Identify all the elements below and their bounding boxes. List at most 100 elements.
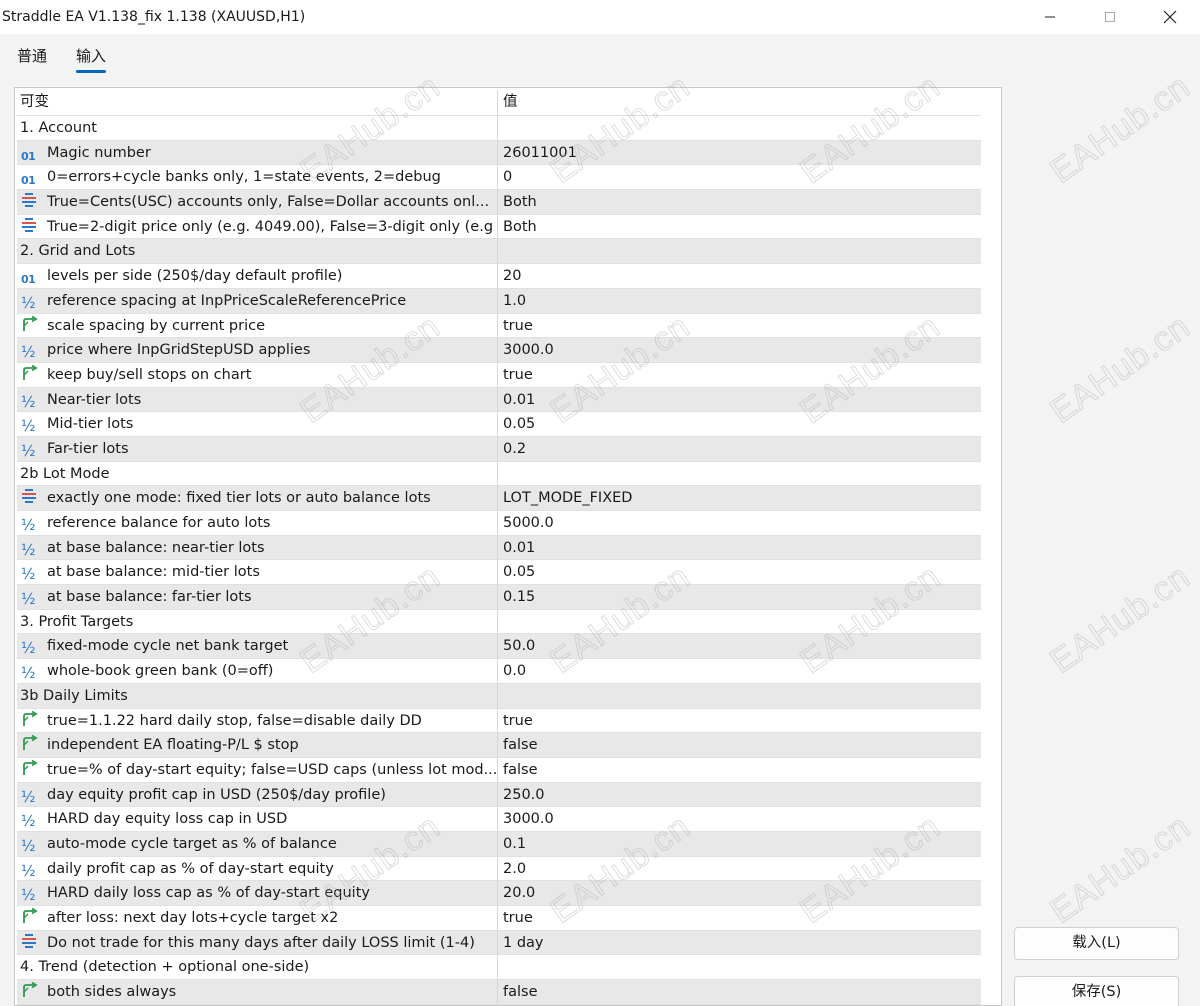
param-name-cell: ½ fixed-mode cycle net bank target [17,634,498,659]
param-row[interactable]: ½ whole-book green bank (0=off) 0.0 [17,659,981,684]
param-row[interactable]: ½ HARD day equity loss cap in USD 3000.0 [17,807,981,832]
param-label: exactly one mode: fixed tier lots or aut… [47,490,431,507]
param-row[interactable]: 01 levels per side (250$/day default prof… [17,264,981,289]
param-value-cell[interactable]: false [500,758,980,782]
tab-bar: 普通 输入 [0,38,1200,76]
param-value-cell[interactable]: 0.0 [500,659,980,683]
group-row[interactable]: 1. Account [17,116,981,141]
param-label: at base balance: far-tier lots [47,589,252,606]
minimize-icon [1045,16,1055,18]
param-value-cell[interactable]: true [500,709,980,733]
double-type-icon: ½ [21,812,36,831]
param-value-cell[interactable]: 0.01 [500,388,980,412]
param-value-cell[interactable]: true [500,363,980,387]
param-row[interactable]: ½ day equity profit cap in USD (250$/day … [17,782,981,808]
group-row[interactable]: 3. Profit Targets [17,609,981,635]
param-row[interactable]: ½ reference spacing at InpPriceScaleRefer… [17,288,981,314]
load-button[interactable]: 载入(L) [1014,927,1179,960]
param-label: reference balance for auto lots [47,515,271,531]
param-value-cell[interactable]: 0.01 [500,536,980,560]
param-value-cell[interactable]: 26011001 [500,141,980,165]
param-label: True=Cents(USC) accounts only, False=Dol… [47,194,490,211]
param-label: reference spacing at InpPriceScaleRefere… [47,292,407,309]
grid-body: 可变 值 1. Account 01 Magic number 26011001 01 0… [17,90,981,1005]
group-label: 2b Lot Mode [20,465,110,482]
title-bar: Straddle EA V1.138_fix 1.138 (XAUUSD,H1) [0,0,1200,34]
param-row[interactable]: ½ Far-tier lots 0.2 [17,436,981,462]
param-value-cell[interactable]: 0.05 [500,560,980,584]
param-row[interactable]: independent EA floating-P/L $ stop false [17,733,981,758]
param-value-cell[interactable]: true [500,314,980,338]
param-value-cell[interactable]: 0 [500,165,980,189]
boolean-type-icon [21,759,41,777]
param-value-cell[interactable]: Both [500,190,980,214]
param-value-cell[interactable]: 5000.0 [500,511,980,535]
close-button[interactable] [1140,0,1200,34]
param-value-cell[interactable]: 20.0 [500,881,980,905]
param-value-cell[interactable]: 1.0 [500,289,980,313]
param-row[interactable]: ½ Near-tier lots 0.01 [17,387,981,413]
param-value-cell[interactable]: true [500,906,980,930]
header-variable[interactable]: 可变 [17,90,498,115]
enum-type-icon [21,216,41,234]
param-row[interactable]: ½ HARD daily loss cap as % of day-start e… [17,881,981,906]
param-row[interactable]: ½ at base balance: far-tier lots 0.15 [17,585,981,610]
param-value-cell[interactable]: 0.15 [500,585,980,609]
param-row[interactable]: scale spacing by current price true [17,313,981,339]
maximize-button[interactable] [1080,0,1140,34]
param-row[interactable]: ½ auto-mode cycle target as % of balance 0… [17,831,981,857]
param-value-cell[interactable]: false [500,980,980,1004]
param-label: Magic number [47,144,151,161]
tab-inputs[interactable]: 输入 [76,46,107,73]
param-value-cell[interactable]: 50.0 [500,634,980,658]
param-label: Mid-tier lots [47,416,134,433]
param-row[interactable]: ½ at base balance: mid-tier lots 0.05 [17,560,981,586]
param-row[interactable]: both sides always false [17,980,981,1005]
param-row[interactable]: True=Cents(USC) accounts only, False=Dol… [17,190,981,215]
save-button[interactable]: 保存(S) [1014,976,1179,1006]
param-value-cell[interactable]: 20 [500,264,980,288]
window-controls [1020,0,1200,34]
param-name-cell: 01 0=errors+cycle banks only, 1=state eve… [17,165,498,190]
param-value-cell[interactable]: 0.05 [500,412,980,436]
param-row[interactable]: 01 Magic number 26011001 [17,140,981,166]
group-row[interactable]: 2b Lot Mode [17,461,981,487]
minimize-button[interactable] [1020,0,1080,34]
param-name-cell: ½ at base balance: far-tier lots [17,585,498,609]
param-value-cell[interactable]: 3000.0 [500,807,980,831]
param-row[interactable]: ½ at base balance: near-tier lots 0.01 [17,535,981,561]
tab-common[interactable]: 普通 [17,46,47,66]
group-label: 4. Trend (detection + optional one-side) [20,959,310,976]
param-row[interactable]: ½ reference balance for auto lots 5000.0 [17,511,981,536]
param-row[interactable]: True=2-digit price only (e.g. 4049.00), … [17,214,981,240]
boolean-type-icon [21,981,41,999]
param-row[interactable]: 01 0=errors+cycle banks only, 1=state eve… [17,165,981,191]
param-row[interactable]: ½ price where InpGridStepUSD applies 3000.… [17,338,981,363]
param-value-cell[interactable]: LOT_MODE_FIXED [500,486,980,510]
param-row[interactable]: exactly one mode: fixed tier lots or aut… [17,486,981,511]
param-row[interactable]: ½ fixed-mode cycle net bank target 50.0 [17,634,981,660]
param-value-cell[interactable]: 3000.0 [500,338,980,362]
param-value-cell[interactable]: 250.0 [500,783,980,807]
param-row[interactable]: after loss: next day lots+cycle target x… [17,906,981,931]
param-value-cell[interactable]: false [500,733,980,757]
param-row[interactable]: true=1.1.22 hard daily stop, false=disab… [17,708,981,734]
param-label: at base balance: mid-tier lots [47,564,260,581]
group-row[interactable]: 2. Grid and Lots [17,239,981,265]
param-row[interactable]: Do not trade for this many days after da… [17,930,981,956]
param-value-cell[interactable]: 2.0 [500,857,980,881]
header-value[interactable]: 值 [500,90,980,115]
param-row[interactable]: ½ Mid-tier lots 0.05 [17,412,981,437]
param-row[interactable]: true=% of day-start equity; false=USD ca… [17,757,981,783]
group-row[interactable]: 3b Daily Limits [17,683,981,709]
boolean-type-icon [21,315,41,333]
param-value-cell[interactable]: 0.2 [500,437,980,461]
vertical-scrollbar[interactable] [999,88,1001,1005]
group-row[interactable]: 4. Trend (detection + optional one-side) [17,955,981,981]
param-value-cell[interactable]: Both [500,215,980,239]
param-row[interactable]: keep buy/sell stops on chart true [17,362,981,388]
param-name-cell: 2b Lot Mode [17,461,498,486]
param-value-cell[interactable]: 1 day [500,931,980,955]
param-value-cell[interactable]: 0.1 [500,832,980,856]
param-row[interactable]: ½ daily profit cap as % of day-start equi… [17,856,981,882]
